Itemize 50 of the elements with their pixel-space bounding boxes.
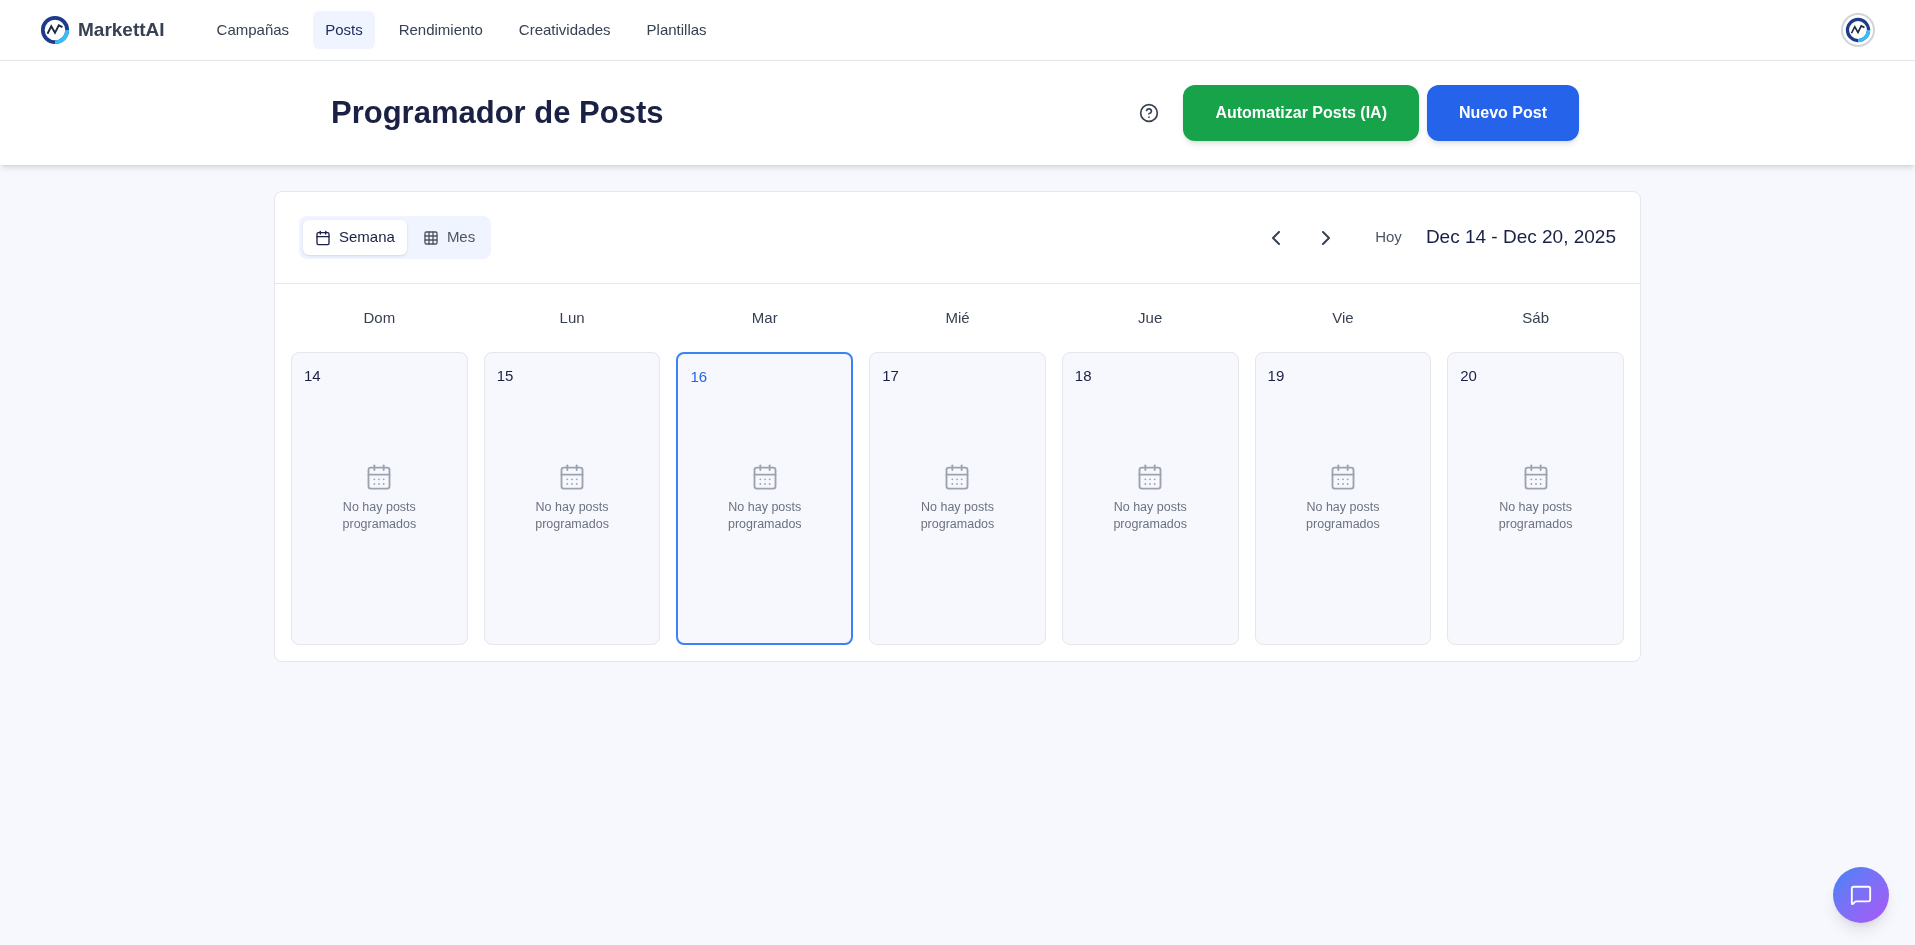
brand-name[interactable]: MarkettAI xyxy=(78,15,165,45)
weekday-label: Dom xyxy=(362,307,397,328)
chevron-left-icon xyxy=(1272,230,1281,245)
avatar[interactable] xyxy=(1841,13,1875,47)
weekday-label: Jue xyxy=(1137,307,1164,328)
weekday-label: Sáb xyxy=(1521,307,1550,328)
view-tab[interactable]: Mes xyxy=(410,220,488,255)
empty-message: No hay posts programados xyxy=(919,498,996,533)
day-cell[interactable]: 17 No hay posts programados xyxy=(869,352,1046,645)
day-number: 14 xyxy=(304,366,322,386)
day-number: 19 xyxy=(1267,366,1286,386)
empty-message: No hay posts programados xyxy=(534,498,610,533)
day-cell[interactable]: 20 No hay posts programados xyxy=(1447,352,1624,645)
today-button[interactable]: Hoy xyxy=(1367,226,1410,249)
grid-icon xyxy=(422,229,439,246)
nav-tab[interactable]: Posts xyxy=(313,10,375,50)
view-tab[interactable]: Semana xyxy=(303,220,407,255)
logo-icon xyxy=(40,15,70,45)
day-cell[interactable]: 14 No hay posts programados xyxy=(291,352,468,645)
empty-message: No hay posts programados xyxy=(341,498,418,533)
chat-button[interactable] xyxy=(1833,867,1889,923)
day-number: 17 xyxy=(882,366,900,386)
day-number: 18 xyxy=(1074,366,1093,386)
avatar-logo-icon xyxy=(1845,17,1871,43)
new-post-button[interactable]: Nuevo Post xyxy=(1427,85,1579,141)
help-icon[interactable] xyxy=(1139,103,1160,123)
nav-tab[interactable]: Plantillas xyxy=(634,10,719,50)
day-cell[interactable]: 16 No hay posts programados xyxy=(676,352,854,645)
day-number: 15 xyxy=(496,366,515,386)
page-title: Programador de Posts xyxy=(331,93,664,132)
day-cell[interactable]: 19 No hay posts programados xyxy=(1254,352,1432,645)
weekday-label: Mar xyxy=(750,307,779,328)
empty-message: No hay posts programados xyxy=(1112,498,1189,533)
empty-message: No hay posts programados xyxy=(726,498,803,533)
weekday-label: Mié xyxy=(944,307,971,328)
empty-message: No hay posts programados xyxy=(1497,498,1574,533)
day-cell[interactable]: 15 No hay posts programados xyxy=(483,352,661,645)
nav-tab[interactable]: Creatividades xyxy=(506,10,623,50)
empty-message: No hay posts programados xyxy=(1305,498,1381,533)
nav-tab[interactable]: Rendimiento xyxy=(386,10,495,50)
chat-icon xyxy=(1850,884,1872,906)
weekday-label: Lun xyxy=(558,307,586,328)
day-number: 16 xyxy=(690,367,709,387)
day-number: 20 xyxy=(1460,366,1478,386)
date-range: Dec 14 - Dec 20, 2025 xyxy=(1425,225,1616,250)
calendar-icon xyxy=(315,229,331,246)
day-cell[interactable]: 18 No hay posts programados xyxy=(1061,352,1239,645)
chevron-right-icon xyxy=(1322,230,1331,245)
nav-tab[interactable]: Campañas xyxy=(204,10,302,50)
weekday-label: Vie xyxy=(1331,307,1355,328)
